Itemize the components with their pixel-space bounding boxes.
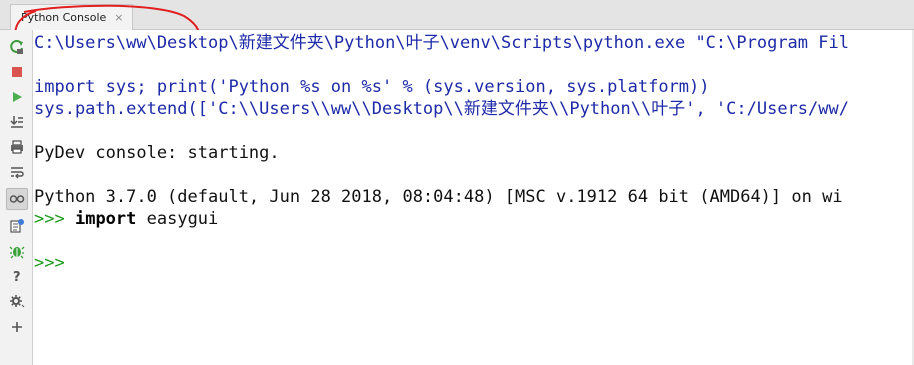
settings-file-icon[interactable] [6,215,28,237]
active-prompt[interactable]: >>> [34,252,65,274]
tab-python-console[interactable]: Python Console × [10,4,133,30]
prompt: >>> [34,209,65,229]
rerun-icon[interactable] [6,36,28,58]
input-line: >>> import easygui [34,208,218,230]
gear-icon[interactable] [6,290,28,312]
run-icon[interactable] [6,86,28,108]
version-line: Python 3.7.0 (default, Jun 28 2018, 08:0… [34,187,843,207]
tab-label: Python Console [21,11,107,24]
status-line: PyDev console: starting. [34,143,280,163]
show-variables-icon[interactable] [6,188,28,210]
init-line-2: sys.path.extend(['C:\\Users\\ww\\Desktop… [34,99,849,119]
soft-wrap-icon[interactable] [6,161,28,183]
print-icon[interactable] [6,136,28,158]
svg-text:?: ? [13,270,21,284]
stop-icon[interactable] [6,61,28,83]
add-icon[interactable] [6,316,28,338]
help-icon[interactable]: ? [6,265,28,287]
init-line-1: import sys; print('Python %s on %s' % (s… [34,77,710,97]
keyword-import: import [74,209,137,229]
module-name: easygui [136,209,219,229]
scroll-to-end-icon[interactable] [6,111,28,133]
tool-window-tab-bar: Python Console × [0,0,914,30]
debug-icon[interactable] [6,240,28,262]
console-output[interactable]: C:\Users\ww\Desktop\新建文件夹\Python\叶子\venv… [33,30,914,365]
console-toolbar: ? [0,30,33,365]
command-line: C:\Users\ww\Desktop\新建文件夹\Python\叶子\venv… [34,33,849,53]
close-icon[interactable]: × [114,11,123,24]
